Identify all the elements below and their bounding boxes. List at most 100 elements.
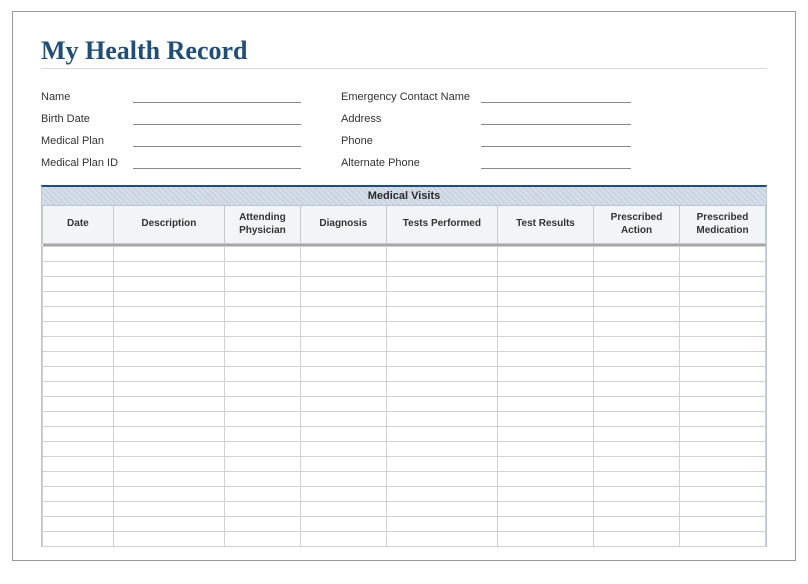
table-cell[interactable] bbox=[497, 262, 593, 277]
table-cell[interactable] bbox=[679, 442, 765, 457]
table-cell[interactable] bbox=[113, 427, 224, 442]
table-cell[interactable] bbox=[386, 277, 497, 292]
table-cell[interactable] bbox=[113, 292, 224, 307]
table-cell[interactable] bbox=[43, 262, 114, 277]
table-cell[interactable] bbox=[300, 412, 386, 427]
input-address[interactable] bbox=[481, 111, 631, 125]
table-cell[interactable] bbox=[300, 367, 386, 382]
table-cell[interactable] bbox=[386, 487, 497, 502]
table-cell[interactable] bbox=[386, 352, 497, 367]
table-cell[interactable] bbox=[225, 262, 301, 277]
table-cell[interactable] bbox=[679, 337, 765, 352]
table-cell[interactable] bbox=[225, 337, 301, 352]
table-cell[interactable] bbox=[679, 262, 765, 277]
table-cell[interactable] bbox=[594, 382, 680, 397]
table-cell[interactable] bbox=[300, 517, 386, 532]
table-cell[interactable] bbox=[386, 337, 497, 352]
table-cell[interactable] bbox=[386, 247, 497, 262]
table-cell[interactable] bbox=[113, 382, 224, 397]
table-cell[interactable] bbox=[225, 352, 301, 367]
table-cell[interactable] bbox=[43, 292, 114, 307]
table-cell[interactable] bbox=[594, 337, 680, 352]
table-cell[interactable] bbox=[225, 502, 301, 517]
table-cell[interactable] bbox=[225, 292, 301, 307]
table-cell[interactable] bbox=[594, 322, 680, 337]
table-cell[interactable] bbox=[497, 307, 593, 322]
table-cell[interactable] bbox=[113, 352, 224, 367]
table-cell[interactable] bbox=[43, 382, 114, 397]
table-cell[interactable] bbox=[386, 307, 497, 322]
table-cell[interactable] bbox=[679, 277, 765, 292]
table-cell[interactable] bbox=[497, 457, 593, 472]
table-cell[interactable] bbox=[300, 292, 386, 307]
table-cell[interactable] bbox=[497, 337, 593, 352]
table-cell[interactable] bbox=[594, 457, 680, 472]
table-cell[interactable] bbox=[386, 292, 497, 307]
table-cell[interactable] bbox=[497, 472, 593, 487]
table-cell[interactable] bbox=[594, 277, 680, 292]
table-cell[interactable] bbox=[386, 442, 497, 457]
table-cell[interactable] bbox=[113, 532, 224, 547]
table-cell[interactable] bbox=[679, 472, 765, 487]
table-cell[interactable] bbox=[225, 472, 301, 487]
table-cell[interactable] bbox=[386, 322, 497, 337]
table-cell[interactable] bbox=[113, 397, 224, 412]
table-cell[interactable] bbox=[497, 382, 593, 397]
table-cell[interactable] bbox=[679, 457, 765, 472]
table-cell[interactable] bbox=[300, 307, 386, 322]
table-cell[interactable] bbox=[594, 292, 680, 307]
table-cell[interactable] bbox=[594, 472, 680, 487]
input-alternate-phone[interactable] bbox=[481, 155, 631, 169]
table-cell[interactable] bbox=[225, 382, 301, 397]
table-cell[interactable] bbox=[300, 277, 386, 292]
table-cell[interactable] bbox=[225, 517, 301, 532]
table-cell[interactable] bbox=[43, 412, 114, 427]
table-cell[interactable] bbox=[679, 367, 765, 382]
table-cell[interactable] bbox=[300, 337, 386, 352]
table-cell[interactable] bbox=[386, 367, 497, 382]
table-cell[interactable] bbox=[43, 457, 114, 472]
table-cell[interactable] bbox=[300, 427, 386, 442]
table-cell[interactable] bbox=[300, 322, 386, 337]
input-name[interactable] bbox=[133, 89, 301, 103]
table-cell[interactable] bbox=[679, 382, 765, 397]
table-cell[interactable] bbox=[300, 442, 386, 457]
table-cell[interactable] bbox=[113, 367, 224, 382]
table-cell[interactable] bbox=[497, 412, 593, 427]
table-cell[interactable] bbox=[594, 487, 680, 502]
input-emergency-contact[interactable] bbox=[481, 89, 631, 103]
table-cell[interactable] bbox=[113, 457, 224, 472]
table-cell[interactable] bbox=[43, 322, 114, 337]
table-cell[interactable] bbox=[225, 487, 301, 502]
table-cell[interactable] bbox=[225, 277, 301, 292]
table-cell[interactable] bbox=[497, 247, 593, 262]
table-cell[interactable] bbox=[113, 247, 224, 262]
table-cell[interactable] bbox=[43, 352, 114, 367]
table-cell[interactable] bbox=[497, 367, 593, 382]
table-cell[interactable] bbox=[113, 262, 224, 277]
table-cell[interactable] bbox=[386, 472, 497, 487]
table-cell[interactable] bbox=[497, 427, 593, 442]
table-cell[interactable] bbox=[113, 412, 224, 427]
table-cell[interactable] bbox=[386, 262, 497, 277]
table-cell[interactable] bbox=[594, 262, 680, 277]
table-cell[interactable] bbox=[497, 517, 593, 532]
table-cell[interactable] bbox=[594, 532, 680, 547]
table-cell[interactable] bbox=[300, 397, 386, 412]
table-cell[interactable] bbox=[300, 487, 386, 502]
table-cell[interactable] bbox=[497, 502, 593, 517]
table-cell[interactable] bbox=[386, 412, 497, 427]
table-cell[interactable] bbox=[43, 502, 114, 517]
table-cell[interactable] bbox=[386, 457, 497, 472]
table-cell[interactable] bbox=[225, 442, 301, 457]
table-cell[interactable] bbox=[386, 532, 497, 547]
table-cell[interactable] bbox=[300, 382, 386, 397]
table-cell[interactable] bbox=[594, 352, 680, 367]
table-cell[interactable] bbox=[113, 502, 224, 517]
table-cell[interactable] bbox=[113, 337, 224, 352]
table-cell[interactable] bbox=[497, 352, 593, 367]
table-cell[interactable] bbox=[225, 367, 301, 382]
table-cell[interactable] bbox=[594, 517, 680, 532]
table-cell[interactable] bbox=[386, 382, 497, 397]
table-cell[interactable] bbox=[679, 397, 765, 412]
